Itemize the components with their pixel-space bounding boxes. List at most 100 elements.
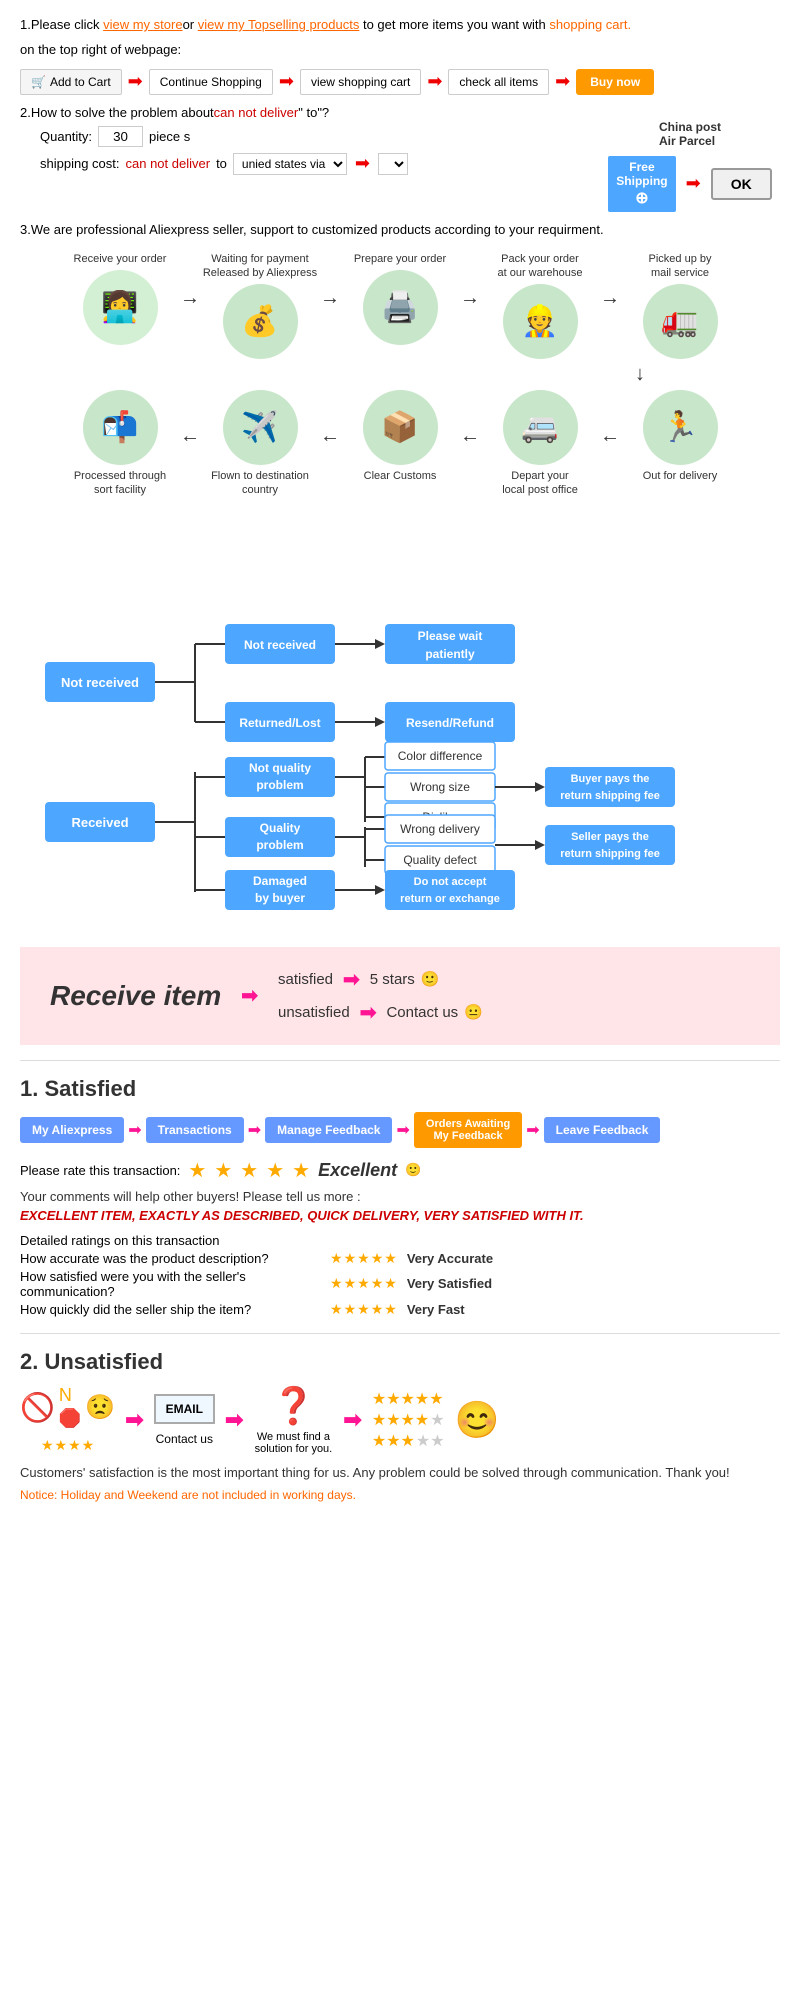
- section1-text: 1.Please click view my storeor view my T…: [20, 15, 780, 36]
- cart-icon: 🛒: [31, 75, 46, 89]
- down-arrow: ↓: [635, 363, 645, 386]
- step8-icon: 📦: [363, 390, 438, 465]
- step6-icon: 🏃: [643, 390, 718, 465]
- divider1: [20, 1060, 780, 1061]
- step8-label: Clear Customs: [364, 469, 437, 483]
- satisfied-title: 1. Satisfied: [20, 1076, 780, 1102]
- process-step-2: Waiting for paymentReleased by Aliexpres…: [200, 252, 320, 360]
- comments-text: Your comments will help other buyers! Pl…: [20, 1189, 780, 1204]
- shipping-select[interactable]: unied states via: [233, 153, 347, 175]
- svg-text:Not received: Not received: [244, 638, 316, 652]
- top-right-text: on the top right of webpage:: [20, 40, 780, 61]
- buy-now-button[interactable]: Buy now: [576, 69, 654, 95]
- view-store-link[interactable]: view my store: [103, 17, 182, 32]
- arrow-step1-2: →: [180, 287, 200, 310]
- process-step-7: 🚐 Depart yourlocal post office: [480, 390, 600, 502]
- section2: 2.How to solve the problem aboutcan not …: [20, 105, 780, 212]
- process-step-1: Receive your order 👩‍💻: [60, 252, 180, 345]
- arrow4: ➡: [555, 71, 570, 92]
- detailed-title: Detailed ratings on this transaction: [20, 1233, 780, 1248]
- shipping-method-select[interactable]: [378, 153, 408, 175]
- arrow3: ➡: [427, 71, 442, 92]
- step-transactions: Transactions: [146, 1117, 244, 1143]
- rating-stars-2: ★★★★★: [330, 1275, 397, 1292]
- ship-red-text: can not deliver: [126, 156, 211, 171]
- step5-label: Picked up bymail service: [649, 252, 712, 281]
- view-shopping-cart-button[interactable]: view shopping cart: [300, 69, 421, 95]
- receive-arrow: ➡: [241, 983, 258, 1008]
- svg-text:by buyer: by buyer: [255, 891, 305, 905]
- step-manage-feedback: Manage Feedback: [265, 1117, 392, 1143]
- svg-text:Received: Received: [71, 815, 128, 830]
- svg-text:return or exchange: return or exchange: [400, 893, 500, 905]
- unsat-arrow2: ➡: [225, 1407, 243, 1433]
- arrow1: ➡: [128, 71, 143, 92]
- qty-unit: piece s: [149, 129, 190, 144]
- process-step-9: ✈️ Flown to destinationcountry: [200, 390, 320, 502]
- ok-button[interactable]: OK: [711, 168, 772, 200]
- unsat-stars-group: ★★★★★ ★★★★★ ★★★★★: [372, 1389, 445, 1451]
- rating-result-2: Very Satisfied: [407, 1276, 492, 1291]
- step7-icon: 🚐: [503, 390, 578, 465]
- unsat-arrow1: ➡: [125, 1407, 143, 1433]
- quantity-input[interactable]: [98, 126, 143, 147]
- step9-icon: ✈️: [223, 390, 298, 465]
- email-box: EMAIL: [154, 1394, 215, 1424]
- add-to-cart-button[interactable]: 🛒 Add to Cart: [20, 69, 122, 95]
- continue-shopping-button[interactable]: Continue Shopping: [149, 69, 273, 95]
- ship-to-text: to: [216, 156, 227, 171]
- unsat-email-group: EMAIL Contact us: [154, 1394, 215, 1446]
- svg-text:problem: problem: [256, 838, 303, 852]
- receive-outcomes: satisfied ➡ 5 stars 🙂 unsatisfied ➡ Cont…: [278, 967, 483, 1025]
- n-icon: N: [59, 1385, 81, 1406]
- unsat-arrow3: ➡: [343, 1407, 361, 1433]
- sad-emoji: 😟: [85, 1393, 115, 1422]
- step6-label: Out for delivery: [643, 469, 718, 483]
- china-post-title: China postAir Parcel: [659, 120, 721, 148]
- china-post-section: China postAir Parcel FreeShipping⊕ ➡ OK: [600, 120, 780, 212]
- unsatisfied-text: unsatisfied: [278, 1004, 350, 1021]
- view-topselling-link[interactable]: view my Topselling products: [198, 17, 360, 32]
- svg-text:Color difference: Color difference: [398, 749, 483, 763]
- step5-icon: 🚛: [643, 284, 718, 359]
- question-label: We must find a solution for you.: [253, 1431, 333, 1455]
- process-bottom-row: 🏃 Out for delivery ← 🚐 Depart yourlocal …: [20, 390, 780, 502]
- step7-label: Depart yourlocal post office: [502, 469, 578, 498]
- process-section: Receive your order 👩‍💻 → Waiting for pay…: [20, 252, 780, 502]
- notice-text: Notice: Holiday and Weekend are not incl…: [20, 1488, 780, 1502]
- svg-text:return shipping fee: return shipping fee: [560, 790, 660, 802]
- process-step-8: 📦 Clear Customs: [340, 390, 460, 487]
- question-person-icon: ❓: [271, 1385, 316, 1427]
- shopping-cart-text: shopping cart.: [549, 17, 631, 32]
- rate-label: Please rate this transaction:: [20, 1163, 180, 1178]
- rating-label-3: How quickly did the seller ship the item…: [20, 1302, 320, 1317]
- check-all-items-button[interactable]: check all items: [448, 69, 549, 95]
- no-icon: 🚫: [20, 1391, 55, 1424]
- unsat-question-group: ❓ We must find a solution for you.: [253, 1385, 333, 1455]
- star-row-5: ★★★★★: [372, 1389, 445, 1409]
- five-stars-result: 5 stars 🙂: [370, 970, 440, 988]
- arrow-step6-7: ←: [600, 425, 620, 448]
- svg-text:Quality: Quality: [260, 821, 301, 835]
- section1: 1.Please click view my storeor view my T…: [20, 15, 780, 95]
- happy-face-icon: 😊: [455, 1399, 500, 1441]
- svg-text:Buyer pays the: Buyer pays the: [571, 773, 650, 785]
- toolbar-row: 🛒 Add to Cart ➡ Continue Shopping ➡ view…: [20, 69, 780, 95]
- svg-text:return shipping fee: return shipping fee: [560, 848, 660, 860]
- step10-icon: 📬: [83, 390, 158, 465]
- down-arrow-row: ↓: [20, 359, 800, 390]
- svg-text:Do not accept: Do not accept: [414, 876, 487, 888]
- step-arrow3: ➡: [396, 1120, 409, 1140]
- receive-item-title: Receive item: [50, 980, 221, 1012]
- rate-row: Please rate this transaction: ★ ★ ★ ★ ★ …: [20, 1158, 780, 1183]
- china-post-info: China postAir Parcel: [659, 120, 721, 148]
- satisfied-steps-row: My Aliexpress ➡ Transactions ➡ Manage Fe…: [20, 1112, 780, 1148]
- free-ship-arrow: ➡: [686, 173, 701, 194]
- receive-item-section: Receive item ➡ satisfied ➡ 5 stars 🙂 uns…: [20, 947, 780, 1045]
- step2-label: Waiting for paymentReleased by Aliexpres…: [203, 252, 317, 281]
- arrow-step8-9: ←: [320, 425, 340, 448]
- arrow2: ➡: [279, 71, 294, 92]
- unsat-stars: ★★★★★ ★★★★★ ★★★★★: [372, 1389, 445, 1451]
- step4-label: Pack your orderat our warehouse: [498, 252, 583, 281]
- free-shipping-badge: FreeShipping⊕: [608, 156, 675, 212]
